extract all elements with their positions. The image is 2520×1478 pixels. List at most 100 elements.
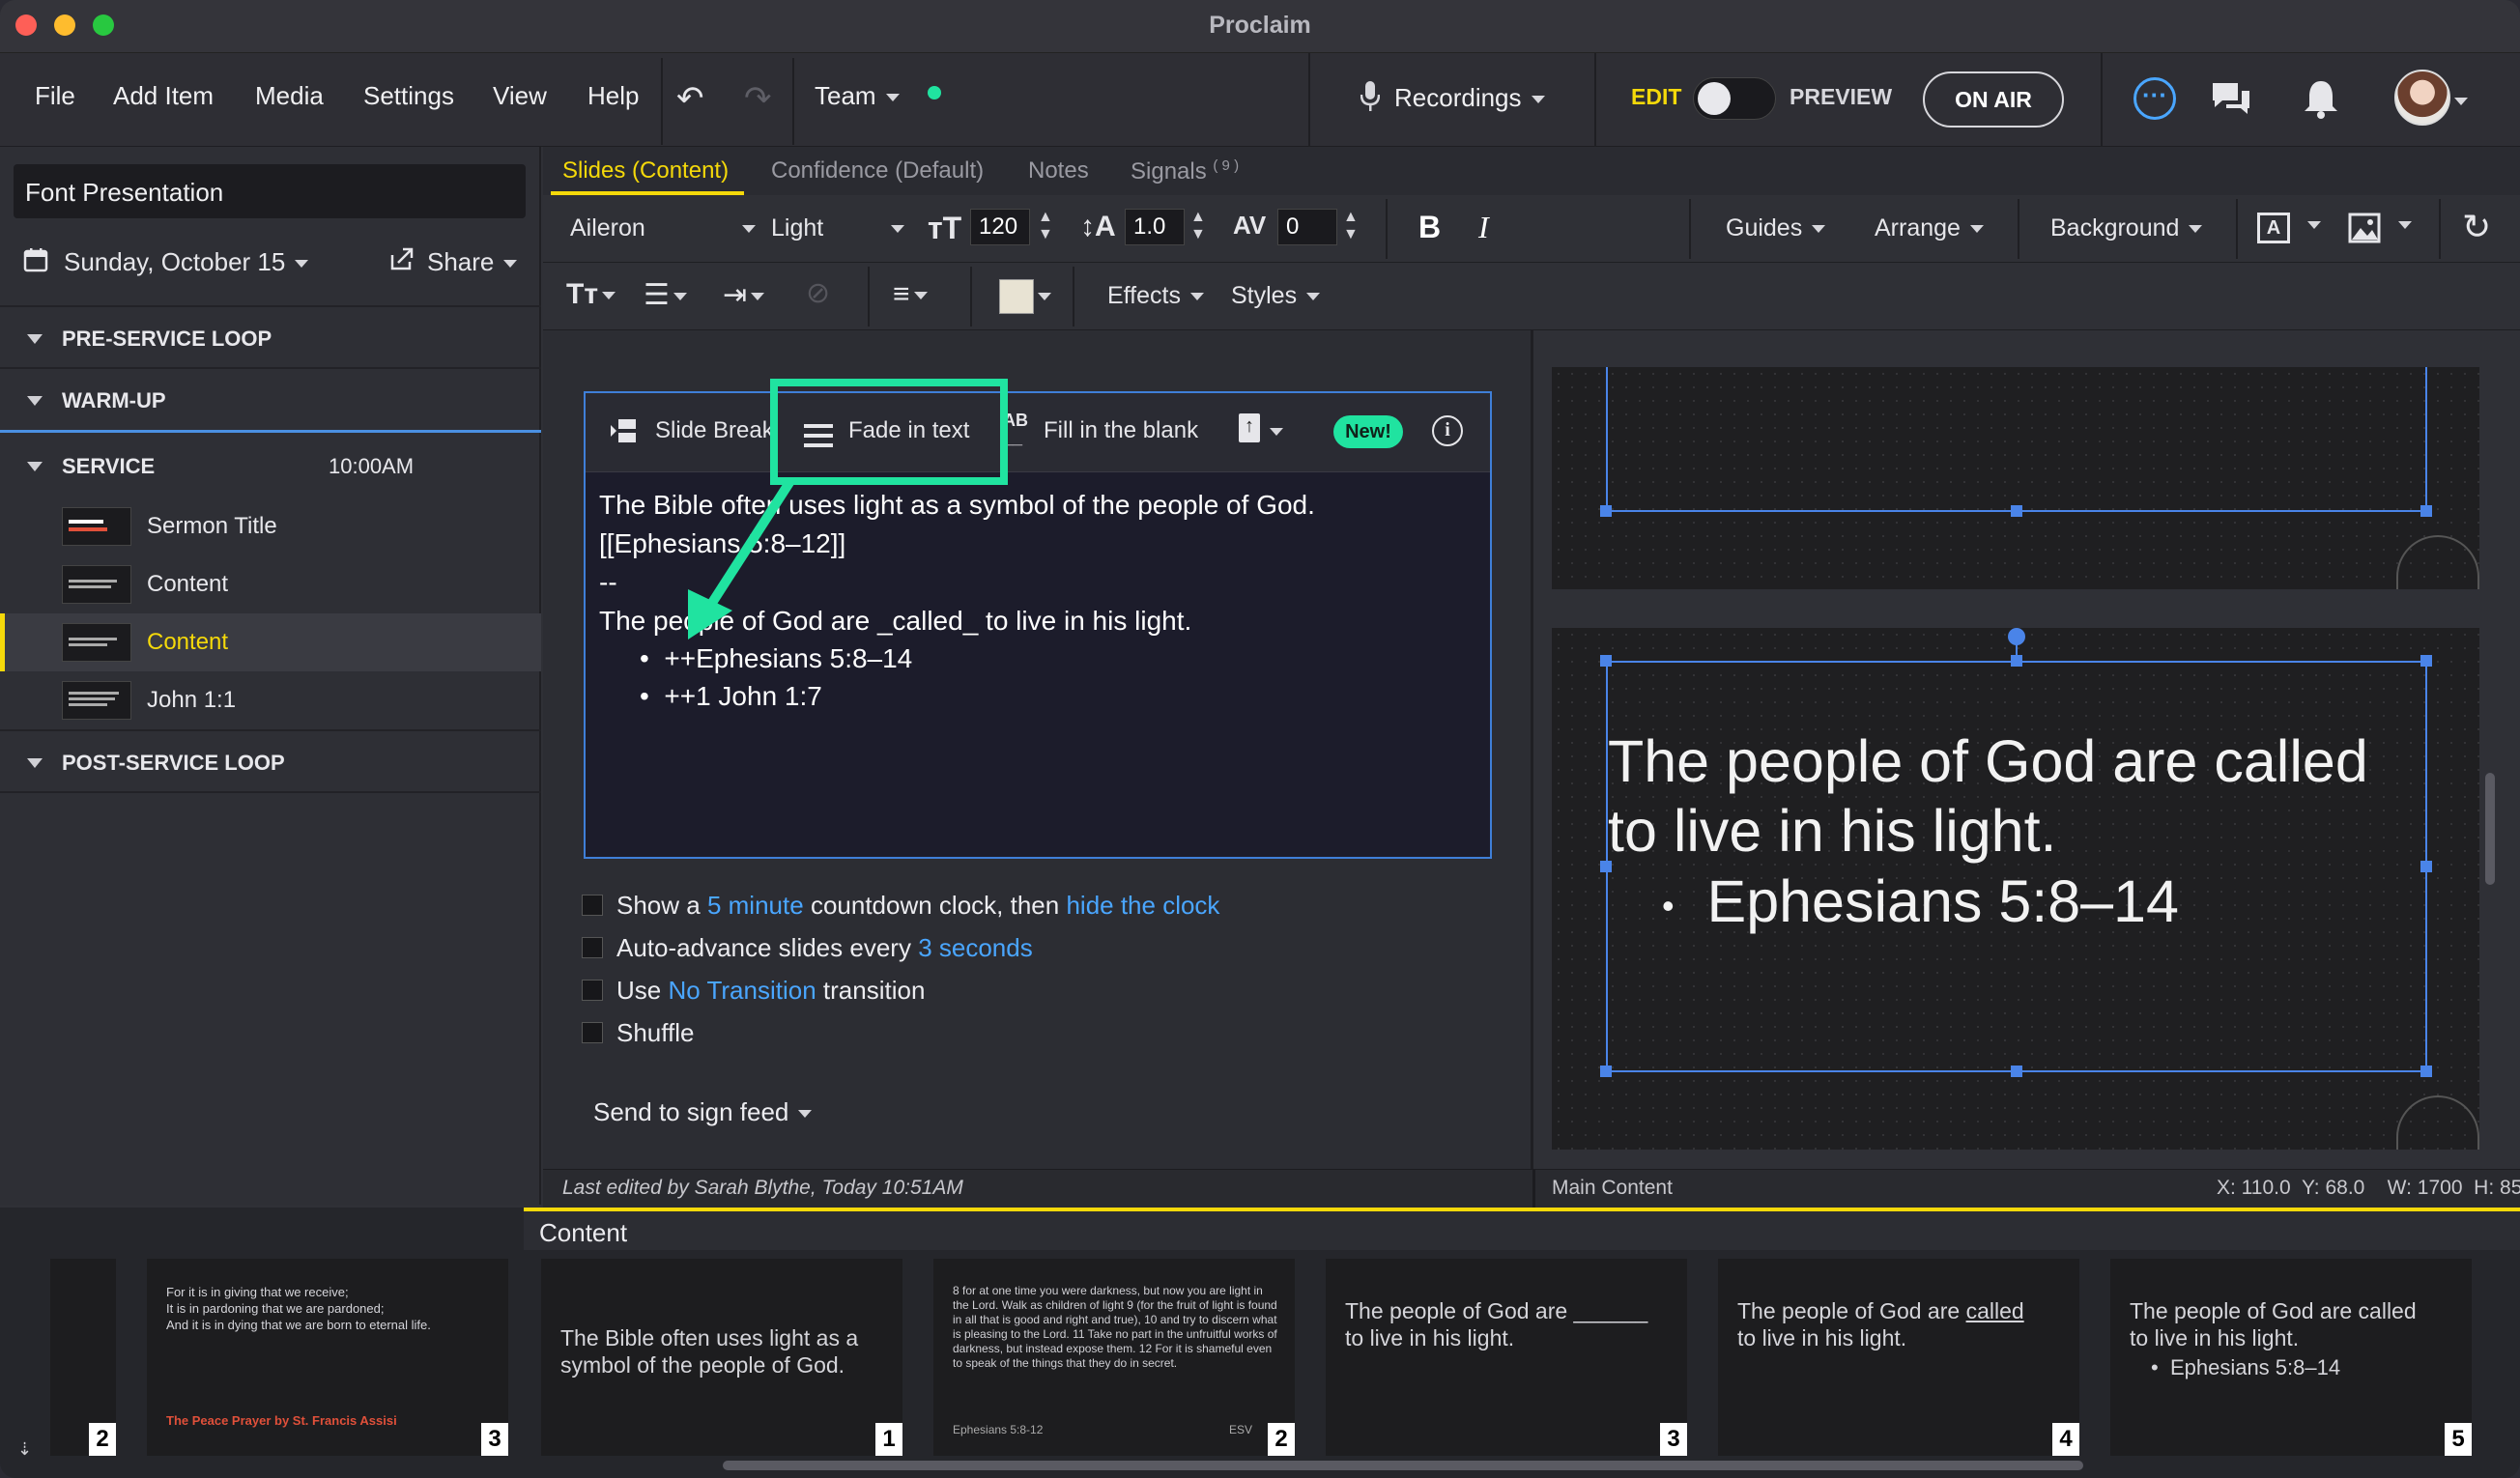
font-size-field[interactable]: 120 (970, 209, 1030, 245)
service-item-john[interactable]: John 1:1 (0, 671, 541, 729)
text-color-swatch[interactable] (999, 279, 1034, 314)
bell-icon[interactable] (2302, 77, 2340, 120)
slide-break-button[interactable]: Slide Break (655, 417, 774, 444)
service-item-content-selected[interactable]: Content (0, 613, 541, 671)
italic-button[interactable]: I (1478, 210, 1489, 245)
preview-mode-label[interactable]: PREVIEW (1790, 84, 1892, 110)
letter-spacing-field[interactable]: 0 (1277, 209, 1337, 245)
bold-button[interactable]: B (1418, 210, 1441, 245)
tab-confidence[interactable]: Confidence (Default) (771, 157, 984, 185)
share-button[interactable]: Share (427, 247, 518, 277)
chevron-down-icon[interactable] (1270, 423, 1283, 441)
auto-advance-checkbox[interactable] (582, 937, 603, 958)
menu-settings[interactable]: Settings (363, 81, 454, 111)
resize-handle[interactable] (2420, 655, 2432, 667)
service-date[interactable]: Sunday, October 15 (64, 247, 309, 277)
presentation-name-field[interactable]: Font Presentation (14, 164, 526, 218)
tab-signals[interactable]: Signals ( 9 ) (1131, 157, 1239, 185)
tab-notes[interactable]: Notes (1028, 157, 1089, 185)
line-height-stepper[interactable]: ▲ ▼ (1190, 209, 1206, 243)
line-height-field[interactable]: 1.0 (1125, 209, 1185, 245)
effects-menu[interactable]: Effects (1107, 282, 1204, 310)
guides-menu[interactable]: Guides (1726, 214, 1826, 242)
app-window: Proclaim File Add Item Media Settings Vi… (0, 0, 2520, 1478)
edit-mode-label[interactable]: EDIT (1631, 84, 1681, 110)
resize-handle[interactable] (2420, 1066, 2432, 1077)
section-service[interactable]: SERVICE 10:00AM (0, 435, 541, 498)
indent-icon[interactable]: ⇥ (723, 278, 765, 312)
transition-link[interactable]: No Transition (668, 976, 816, 1005)
text-size-icon[interactable]: Tт (566, 278, 616, 311)
recordings-menu[interactable]: Recordings (1394, 83, 1545, 113)
section-warm-up[interactable]: WARM-UP (0, 369, 541, 433)
undo-icon[interactable]: ↶ (676, 79, 704, 118)
font-weight-select[interactable]: Light (771, 214, 905, 242)
redo-icon[interactable]: ↷ (744, 79, 772, 118)
filmstrip-scrollbar[interactable] (723, 1461, 2083, 1470)
menu-add-item[interactable]: Add Item (113, 81, 214, 111)
more-icon[interactable]: ··· (2133, 77, 2176, 120)
edit-preview-toggle[interactable] (1693, 77, 1776, 120)
chevron-down-icon[interactable] (2307, 216, 2321, 234)
info-icon[interactable]: i (1432, 415, 1463, 446)
resize-handle[interactable] (2420, 505, 2432, 517)
menu-view[interactable]: View (493, 81, 547, 111)
resize-handle[interactable] (1600, 1066, 1612, 1077)
clear-format-icon[interactable]: ⊘ (806, 276, 830, 310)
on-air-button[interactable]: ON AIR (1923, 71, 2064, 128)
divider (1386, 199, 1388, 259)
resize-handle[interactable] (2011, 655, 2022, 667)
filmstrip-slide[interactable]: The people of God are called to live in … (1718, 1259, 2079, 1456)
chevron-down-icon[interactable] (1038, 288, 1051, 305)
background-menu[interactable]: Background (2050, 214, 2203, 242)
preview-scrollbar[interactable] (2485, 773, 2495, 885)
team-menu[interactable]: Team (815, 81, 900, 111)
chevron-down-icon[interactable] (2454, 93, 2468, 110)
filmstrip-slide[interactable]: The Bible often uses light as a symbol o… (541, 1259, 902, 1456)
image-icon[interactable] (2348, 213, 2381, 243)
chat-icon[interactable] (2209, 77, 2253, 120)
filmstrip-slide[interactable]: For it is in giving that we receive; It … (147, 1259, 508, 1456)
service-item-sermon-title[interactable]: Sermon Title (0, 497, 541, 555)
resize-handle[interactable] (1600, 655, 1612, 667)
chevron-down-icon[interactable] (2398, 216, 2412, 234)
section-pre-service[interactable]: PRE-SERVICE LOOP (0, 305, 541, 369)
font-size-stepper[interactable]: ▲ ▼ (1038, 209, 1053, 243)
fill-in-blank-button[interactable]: Fill in the blank (1044, 417, 1198, 444)
filmstrip-slide[interactable]: The people of God are ______ to live in … (1326, 1259, 1687, 1456)
resize-handle[interactable] (2420, 861, 2432, 872)
text-box-icon[interactable]: A (2257, 213, 2290, 243)
avatar[interactable] (2394, 70, 2450, 126)
menu-media[interactable]: Media (255, 81, 324, 111)
align-icon[interactable]: ≡ (893, 278, 928, 311)
resize-handle[interactable] (2011, 505, 2022, 517)
arrange-menu[interactable]: Arrange (1875, 214, 1984, 242)
reset-icon[interactable]: ↻ (2462, 207, 2491, 247)
insert-marker-icon[interactable]: ↑ (1239, 413, 1260, 442)
styles-menu[interactable]: Styles (1231, 282, 1321, 310)
filmstrip-slide[interactable]: 8 for at one time you were darkness, but… (933, 1259, 1295, 1456)
countdown-duration-link[interactable]: 5 minute (707, 891, 804, 920)
filmstrip-slide[interactable]: The people of God are called to live in … (2110, 1259, 2472, 1456)
resize-handle[interactable] (1600, 505, 1612, 517)
shuffle-checkbox[interactable] (582, 1022, 603, 1043)
menu-file[interactable]: File (35, 81, 75, 111)
option-text: Auto-advance slides every (616, 933, 911, 962)
filmstrip-collapse-icon[interactable]: ⇣ (17, 1439, 32, 1460)
hide-clock-link[interactable]: hide the clock (1066, 891, 1219, 920)
section-post-service[interactable]: POST-SERVICE LOOP (0, 729, 541, 793)
sign-feed-menu[interactable]: Send to sign feed (593, 1097, 813, 1127)
font-family-select[interactable]: Aileron (570, 214, 756, 242)
bullet-list-icon[interactable]: ☰ (644, 278, 687, 312)
countdown-checkbox[interactable] (582, 895, 603, 916)
letter-spacing-stepper[interactable]: ▲ ▼ (1343, 209, 1359, 243)
rotate-handle[interactable] (2008, 628, 2025, 645)
resize-handle[interactable] (2011, 1066, 2022, 1077)
service-item-content[interactable]: Content (0, 555, 541, 613)
tab-slides[interactable]: Slides (Content) (562, 157, 729, 185)
microphone-icon (1360, 81, 1381, 112)
advance-interval-link[interactable]: 3 seconds (918, 933, 1033, 962)
transition-checkbox[interactable] (582, 980, 603, 1001)
filmstrip-slide[interactable]: 2 (50, 1259, 116, 1456)
menu-help[interactable]: Help (587, 81, 639, 111)
